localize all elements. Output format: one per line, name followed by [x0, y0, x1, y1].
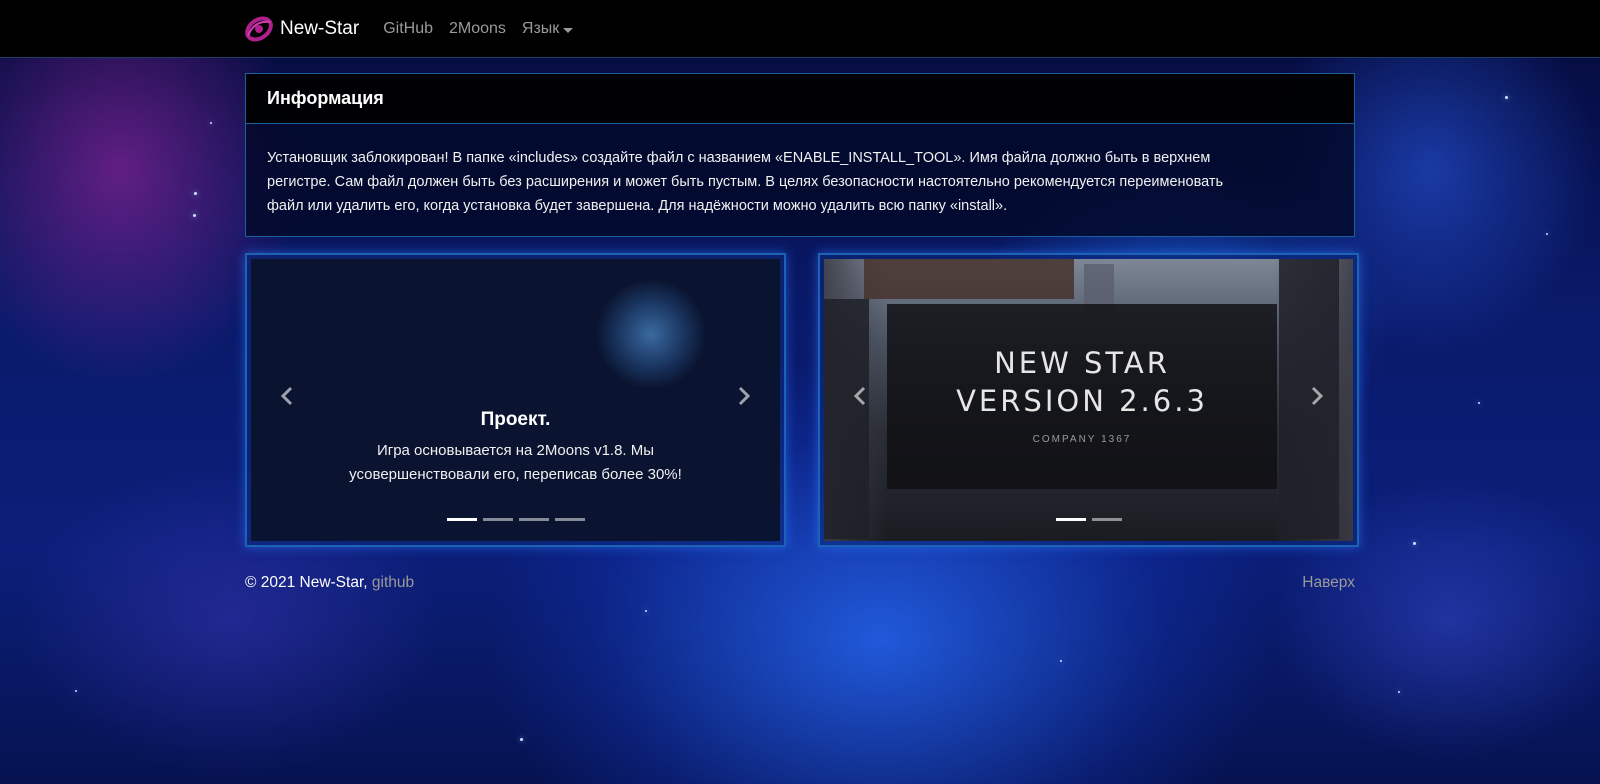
version-carousel: NEW STAR VERSION 2.6.3 COMPANY 1367	[818, 253, 1359, 547]
banner-title-line: VERSION 2.6.3	[956, 384, 1208, 418]
carousel-indicator[interactable]	[1091, 518, 1122, 521]
banner-title-line: NEW STAR	[994, 346, 1170, 380]
page-footer: © 2021 New-Star, github Наверх	[245, 574, 1355, 592]
navbar-content: New-Star GitHub 2Moons Язык	[244, 0, 589, 58]
carousel-slide-space: Проект. Игра основывается на 2Moons v1.8…	[251, 259, 780, 541]
nav-link-2moons[interactable]: 2Moons	[449, 20, 506, 38]
caption-title: Проект.	[480, 409, 551, 430]
nav-link-github[interactable]: GitHub	[383, 20, 433, 38]
version-banner: NEW STAR VERSION 2.6.3 COMPANY 1367	[887, 304, 1277, 489]
carousel-indicator[interactable]	[1055, 518, 1086, 521]
info-card-body: Установщик заблокирован! В папке «includ…	[246, 124, 1354, 218]
footer-copyright: © 2021 New-Star, github	[245, 574, 414, 592]
carousel-indicators	[251, 518, 780, 521]
carousel-prev-button[interactable]	[846, 381, 876, 411]
info-card: Информация Установщик заблокирован! В па…	[245, 73, 1355, 237]
brand-name: New-Star	[280, 18, 360, 39]
carousel-next-button[interactable]	[1301, 381, 1331, 411]
copyright-text: © 2021 New-Star,	[245, 574, 368, 591]
back-to-top-link[interactable]: Наверх	[1302, 574, 1355, 592]
galaxy-logo-icon	[245, 16, 273, 42]
info-card-title: Информация	[267, 88, 384, 108]
carousel-indicator[interactable]	[446, 518, 477, 521]
caret-down-icon	[563, 27, 574, 33]
carousel-indicator[interactable]	[554, 518, 585, 521]
banner-company: COMPANY 1367	[1032, 434, 1132, 445]
caption-text-line: Игра основывается на 2Moons v1.8. Мы	[376, 442, 655, 459]
chevron-left-icon	[280, 386, 293, 406]
caption-text-line: усовершенствовали его, переписав более 3…	[349, 466, 682, 483]
chevron-right-icon	[1311, 386, 1324, 406]
brand-link[interactable]: New-Star	[244, 14, 359, 44]
info-text-line: файл или удалить его, когда установка бу…	[267, 198, 1008, 214]
carousel-prev-button[interactable]	[273, 381, 303, 411]
footer-github-link[interactable]: github	[372, 574, 414, 591]
language-dropdown-label: Язык	[521, 20, 560, 37]
language-dropdown[interactable]: Язык	[521, 20, 574, 38]
carousel-caption: Проект. Игра основывается на 2Moons v1.8…	[251, 409, 780, 487]
info-card-header: Информация	[246, 74, 1354, 124]
chevron-right-icon	[738, 386, 751, 406]
chevron-left-icon	[853, 386, 866, 406]
info-text-line: Установщик заблокирован! В папке «includ…	[267, 150, 1211, 166]
carousel-indicator[interactable]	[518, 518, 549, 521]
carousel-indicators	[824, 518, 1353, 521]
info-text-line: регистре. Сам файл должен быть без расши…	[267, 174, 1224, 190]
carousel-indicator[interactable]	[482, 518, 513, 521]
top-navbar: New-Star GitHub 2Moons Язык	[0, 0, 1600, 58]
carousel-next-button[interactable]	[728, 381, 758, 411]
project-carousel: Проект. Игра основывается на 2Moons v1.8…	[245, 253, 786, 547]
carousel-slide-city: NEW STAR VERSION 2.6.3 COMPANY 1367	[824, 259, 1353, 541]
